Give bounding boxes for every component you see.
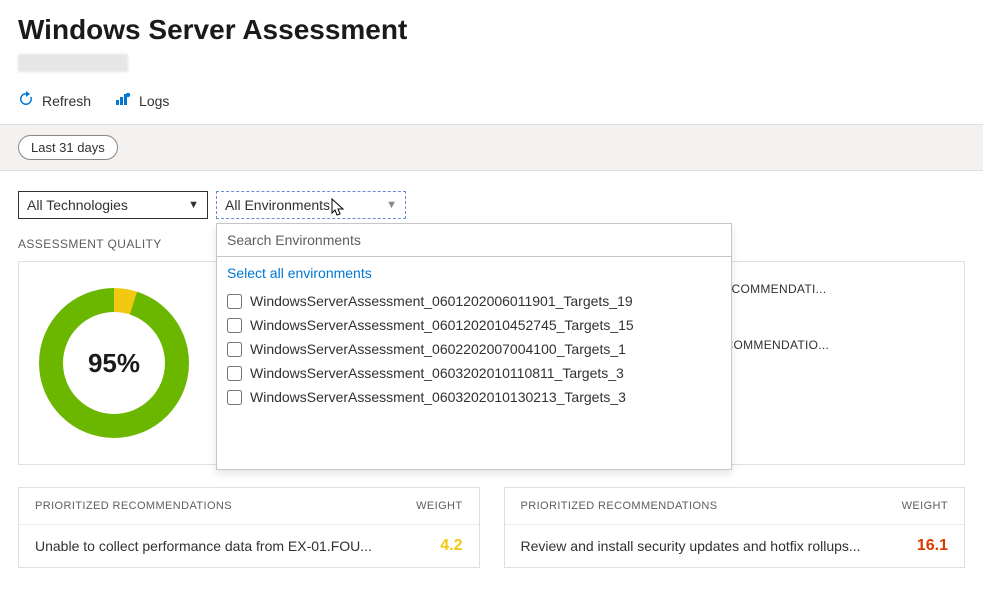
subtitle-redacted	[18, 54, 128, 72]
environment-option-label: WindowsServerAssessment_0603202010110811…	[250, 365, 624, 381]
environments-dropdown-panel: Search Environments Select all environme…	[216, 223, 732, 470]
environments-select-label: All Environments	[225, 197, 330, 213]
logs-label: Logs	[139, 93, 169, 109]
checkbox-icon[interactable]	[227, 318, 242, 333]
environments-dropdown-wrapper: All Environments ▼ Search Environments S…	[216, 191, 406, 219]
environment-option-label: WindowsServerAssessment_0601202006011901…	[250, 293, 633, 309]
technologies-select[interactable]: All Technologies ▼	[18, 191, 208, 219]
logs-icon	[115, 91, 131, 110]
environment-option[interactable]: WindowsServerAssessment_0602202007004100…	[217, 337, 731, 361]
select-all-environments-link[interactable]: Select all environments	[217, 257, 731, 289]
time-filter-bar: Last 31 days	[0, 124, 983, 171]
recommendation-card[interactable]: PRIORITIZED RECOMMENDATIONS WEIGHT Unabl…	[18, 487, 480, 568]
checkbox-icon[interactable]	[227, 366, 242, 381]
recommendation-card[interactable]: PRIORITIZED RECOMMENDATIONS WEIGHT Revie…	[504, 487, 966, 568]
refresh-button[interactable]: Refresh	[18, 91, 91, 110]
rec-header-weight: WEIGHT	[902, 500, 948, 512]
rec-weight-value: 4.2	[440, 537, 462, 555]
checkbox-icon[interactable]	[227, 294, 242, 309]
refresh-label: Refresh	[42, 93, 91, 109]
toolbar: Refresh Logs	[0, 81, 983, 124]
environment-option[interactable]: WindowsServerAssessment_0603202010110811…	[217, 361, 731, 385]
rec-header-title: PRIORITIZED RECOMMENDATIONS	[521, 500, 718, 512]
environments-search-input[interactable]: Search Environments	[217, 224, 731, 257]
environment-option-label: WindowsServerAssessment_0601202010452745…	[250, 317, 634, 333]
environment-option[interactable]: WindowsServerAssessment_0603202010130213…	[217, 385, 731, 409]
chevron-down-icon: ▼	[386, 199, 397, 211]
time-range-pill[interactable]: Last 31 days	[18, 135, 118, 160]
rec-text: Unable to collect performance data from …	[35, 538, 372, 554]
technologies-select-label: All Technologies	[27, 197, 128, 213]
rec-weight-value: 16.1	[917, 537, 948, 555]
environment-option[interactable]: WindowsServerAssessment_0601202010452745…	[217, 313, 731, 337]
recommendations-row: PRIORITIZED RECOMMENDATIONS WEIGHT Unabl…	[18, 487, 965, 568]
environment-option[interactable]: WindowsServerAssessment_0601202006011901…	[217, 289, 731, 313]
quality-donut-center-label: 95%	[88, 348, 140, 379]
chevron-down-icon: ▼	[188, 199, 199, 211]
checkbox-icon[interactable]	[227, 390, 242, 405]
logs-button[interactable]: Logs	[115, 91, 169, 110]
quality-donut-chart: 95%	[39, 288, 189, 438]
checkbox-icon[interactable]	[227, 342, 242, 357]
refresh-icon	[18, 91, 34, 110]
cursor-icon	[331, 198, 345, 216]
environments-select[interactable]: All Environments ▼	[216, 191, 406, 219]
rec-header-weight: WEIGHT	[416, 500, 462, 512]
main-content: All Technologies ▼ All Environments ▼ Se…	[0, 171, 983, 588]
page-title: Windows Server Assessment	[0, 0, 983, 52]
filters-row: All Technologies ▼ All Environments ▼ Se…	[18, 191, 965, 219]
rec-text: Review and install security updates and …	[521, 538, 861, 554]
rec-header-title: PRIORITIZED RECOMMENDATIONS	[35, 500, 232, 512]
environment-option-label: WindowsServerAssessment_0603202010130213…	[250, 389, 626, 405]
environment-option-label: WindowsServerAssessment_0602202007004100…	[250, 341, 626, 357]
